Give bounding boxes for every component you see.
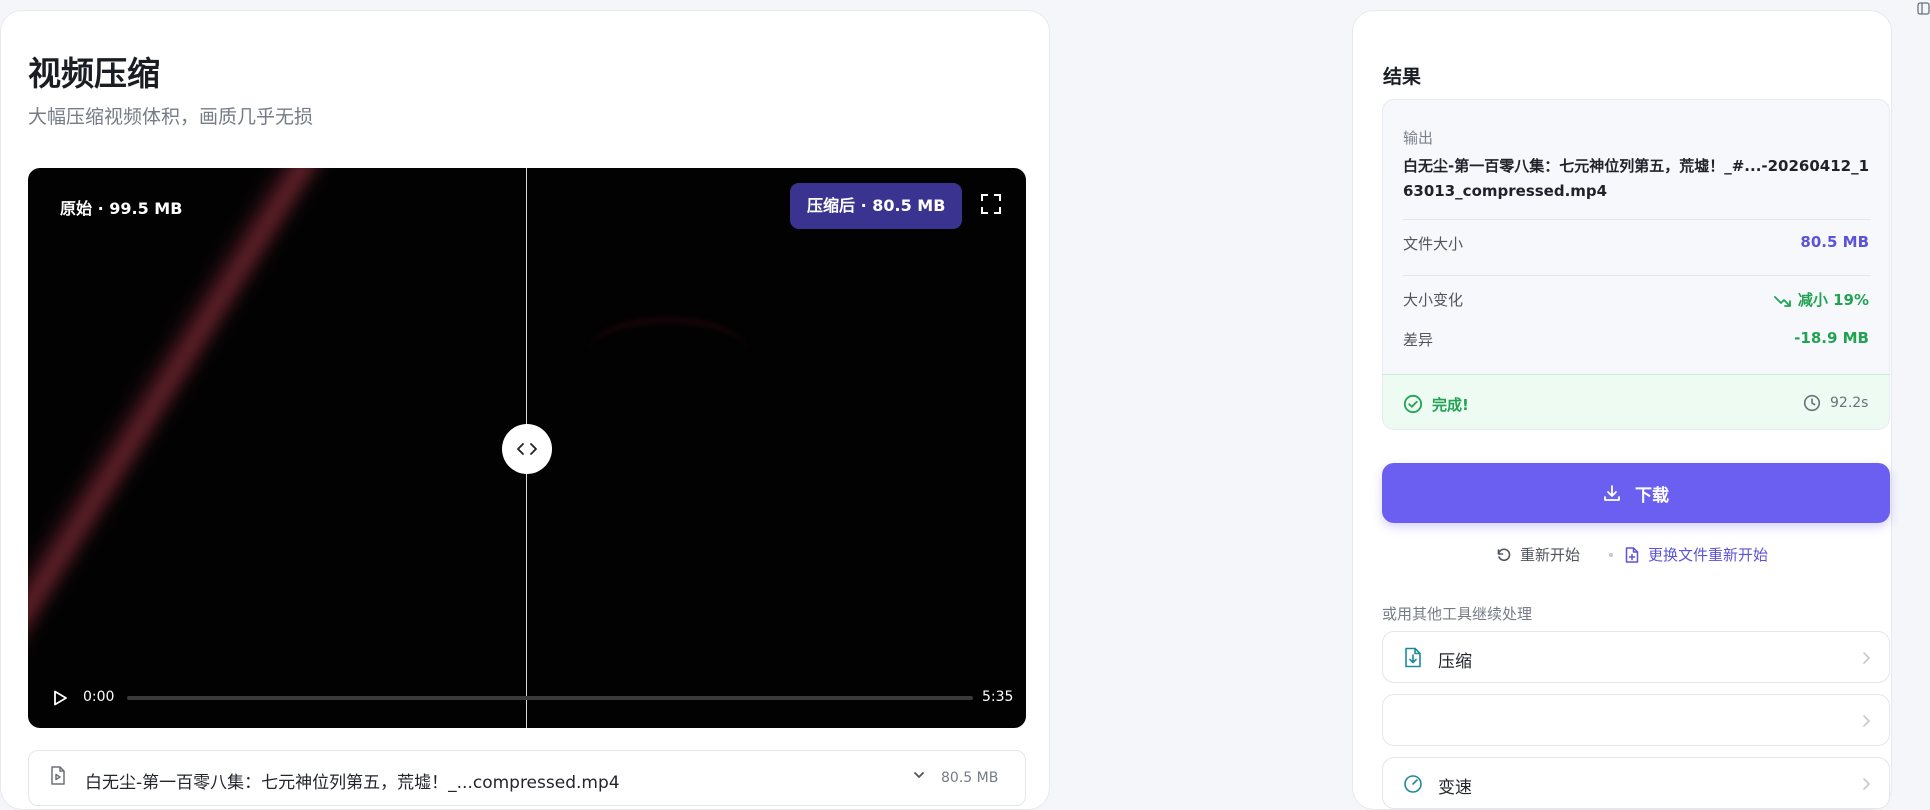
file-size: 80.5 MB bbox=[941, 770, 999, 786]
compare-slider-handle[interactable] bbox=[502, 424, 552, 474]
result-summary: 输出 白无尘-第一百零八集：七元神位列第五，荒墟！_#...-20260412_… bbox=[1382, 99, 1890, 430]
tool-speed[interactable]: 变速 bbox=[1382, 757, 1890, 809]
divider bbox=[1403, 219, 1871, 220]
tool-item-empty[interactable] bbox=[1382, 694, 1890, 746]
chevron-right-icon bbox=[1863, 652, 1871, 664]
download-label: 下载 bbox=[1635, 485, 1669, 506]
restart-label: 重新开始 bbox=[1520, 546, 1581, 564]
page-title: 视频压缩 bbox=[28, 54, 160, 93]
result-panel-card: 结果 输出 白无尘-第一百零八集：七元神位列第五，荒墟！_#...-202604… bbox=[1352, 10, 1892, 810]
output-file-name: 白无尘-第一百零八集：七元神位列第五，荒墟！_#...-20260412_163… bbox=[1403, 157, 1870, 200]
video-frame-streak bbox=[28, 168, 332, 728]
chevron-right-icon bbox=[1863, 778, 1871, 790]
chevron-left-right-icon bbox=[517, 443, 537, 455]
compressor-panel: 视频压缩 大幅压缩视频体积，画质几乎无损 原始 · 99.5 MB 压缩后 · … bbox=[0, 10, 1050, 810]
total-time: 5:35 bbox=[982, 689, 1014, 705]
chevron-right-icon bbox=[1863, 715, 1871, 727]
video-frame-detail bbox=[588, 318, 748, 388]
elapsed-time: 92.2s bbox=[1830, 395, 1869, 411]
chevron-down-icon[interactable] bbox=[912, 768, 926, 782]
replace-file-button[interactable]: 更换文件重新开始 bbox=[1625, 544, 1768, 565]
clock-icon bbox=[1803, 394, 1821, 412]
other-tools-label: 或用其他工具继续处理 bbox=[1382, 605, 1533, 623]
output-label: 输出 bbox=[1403, 129, 1434, 147]
result-title: 结果 bbox=[1383, 66, 1422, 88]
check-circle-icon bbox=[1403, 394, 1423, 414]
diff-value: -18.9 MB bbox=[1794, 329, 1869, 347]
divider bbox=[1403, 275, 1871, 276]
play-icon[interactable] bbox=[51, 689, 69, 707]
download-icon bbox=[1604, 485, 1620, 501]
tool-label: 变速 bbox=[1438, 778, 1472, 798]
file-size-value: 80.5 MB bbox=[1800, 233, 1869, 251]
diff-label: 差异 bbox=[1403, 331, 1434, 349]
file-plus-icon bbox=[1625, 546, 1639, 563]
tool-compress[interactable]: 压缩 bbox=[1382, 631, 1890, 683]
original-size-label: 原始 · 99.5 MB bbox=[60, 199, 183, 218]
size-change-text: 减小 19% bbox=[1797, 291, 1869, 309]
link-separator bbox=[1609, 553, 1613, 557]
file-list-item[interactable]: 白无尘-第一百零八集：七元神位列第五，荒墟！_...compressed.mp4… bbox=[28, 750, 1026, 806]
comparison-player[interactable]: 原始 · 99.5 MB 压缩后 · 80.5 MB 0:00 5:35 bbox=[28, 168, 1026, 728]
fullscreen-icon[interactable] bbox=[980, 193, 1002, 215]
replace-label: 更换文件重新开始 bbox=[1648, 546, 1769, 564]
panel-toggle-icon[interactable] bbox=[1917, 2, 1930, 15]
video-file-icon bbox=[51, 766, 65, 785]
compressed-size-badge: 压缩后 · 80.5 MB bbox=[790, 183, 963, 229]
file-compress-icon bbox=[1405, 647, 1421, 668]
file-size-label: 文件大小 bbox=[1403, 235, 1464, 253]
trending-down-icon bbox=[1773, 295, 1791, 307]
seek-bar[interactable] bbox=[127, 696, 973, 700]
file-name: 白无尘-第一百零八集：七元神位列第五，荒墟！_...compressed.mp4 bbox=[85, 773, 620, 793]
current-time: 0:00 bbox=[83, 689, 115, 705]
speedometer-icon bbox=[1404, 775, 1422, 793]
restart-button[interactable]: 重新开始 bbox=[1496, 544, 1580, 565]
rotate-ccw-icon bbox=[1497, 548, 1511, 561]
status-text: 完成! bbox=[1432, 396, 1469, 414]
status-bar: 完成! 92.2s bbox=[1383, 374, 1889, 429]
size-change-value: 减小 19% bbox=[1773, 289, 1869, 310]
page-subtitle: 大幅压缩视频体积，画质几乎无损 bbox=[28, 106, 314, 128]
tool-label: 压缩 bbox=[1438, 652, 1472, 672]
size-change-label: 大小变化 bbox=[1403, 291, 1464, 309]
download-button[interactable]: 下载 bbox=[1382, 463, 1890, 523]
